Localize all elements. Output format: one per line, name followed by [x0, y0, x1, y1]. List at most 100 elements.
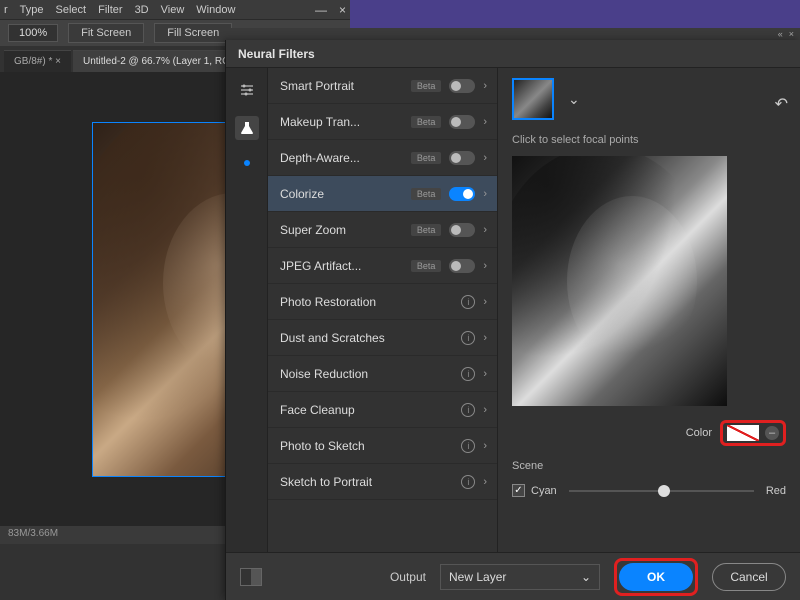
- undo-icon[interactable]: ↶: [775, 94, 788, 114]
- neural-filters-panel: Neural Filters Smart PortraitBeta›Makeup…: [225, 40, 800, 600]
- minimize-button[interactable]: —: [315, 3, 327, 17]
- active-indicator-dot: [244, 160, 250, 166]
- highlighted-ok-wrap: OK: [614, 558, 698, 596]
- color-swatch[interactable]: [727, 425, 759, 441]
- output-label: Output: [390, 570, 426, 584]
- filter-name: Depth-Aware...: [280, 151, 403, 165]
- filter-item[interactable]: Dust and Scratches i ›: [268, 320, 497, 356]
- beta-badge: Beta: [411, 80, 442, 92]
- panel-footer: Output New Layer ⌄ OK Cancel: [226, 552, 800, 600]
- zoom-level[interactable]: 100%: [8, 24, 58, 42]
- info-icon[interactable]: i: [461, 475, 475, 489]
- filter-item[interactable]: Makeup Tran... Beta ›: [268, 104, 497, 140]
- close-button[interactable]: ×: [339, 3, 346, 17]
- filter-name: Colorize: [280, 187, 403, 201]
- filter-toggle[interactable]: [449, 259, 475, 273]
- chevron-right-icon: ›: [483, 152, 487, 164]
- focal-points-label: Click to select focal points: [512, 134, 786, 146]
- info-icon[interactable]: i: [461, 367, 475, 381]
- chevron-down-icon[interactable]: ⌄: [568, 91, 580, 108]
- panel-close-icon[interactable]: ×: [789, 29, 794, 39]
- beta-badge: Beta: [411, 152, 442, 164]
- filter-item[interactable]: Super ZoomBeta›: [268, 212, 497, 248]
- menu-item[interactable]: r: [4, 4, 8, 16]
- panel-top-controls: « ×: [225, 28, 800, 40]
- preview-toggle-icon[interactable]: [240, 568, 262, 586]
- document-tab[interactable]: GB/8#) * ×: [4, 50, 71, 72]
- menu-item[interactable]: View: [161, 4, 185, 16]
- chevron-right-icon: ›: [483, 296, 487, 308]
- chevron-right-icon: ›: [483, 116, 487, 128]
- chevron-right-icon: ›: [483, 188, 487, 200]
- chevron-down-icon: ⌄: [581, 570, 591, 584]
- cyan-label: Cyan: [531, 485, 557, 497]
- menu-item[interactable]: Window: [196, 4, 235, 16]
- filter-name: JPEG Artifact...: [280, 259, 403, 273]
- filter-toggle[interactable]: [449, 115, 475, 129]
- chevron-right-icon: ›: [483, 440, 487, 452]
- sliders-icon[interactable]: [235, 78, 259, 102]
- filter-name: Dust and Scratches: [280, 331, 453, 345]
- cyan-checkbox[interactable]: ✓: [512, 484, 525, 497]
- filter-item[interactable]: Photo to Sketch i ›: [268, 428, 497, 464]
- menu-item[interactable]: 3D: [135, 4, 149, 16]
- panel-header: Neural Filters: [226, 40, 800, 68]
- menu-item[interactable]: Type: [20, 4, 44, 16]
- filter-item[interactable]: Colorize Beta ›: [268, 176, 497, 212]
- panel-left-rail: [226, 68, 268, 552]
- app-menubar: r Type Select Filter 3D View Window — ×: [0, 0, 350, 20]
- filter-toggle[interactable]: [449, 79, 475, 93]
- filter-item[interactable]: Noise Reduction i ›: [268, 356, 497, 392]
- filter-name: Makeup Tran...: [280, 115, 403, 129]
- chevron-right-icon: ›: [483, 368, 487, 380]
- focal-points-image[interactable]: [512, 156, 727, 406]
- fill-screen-button[interactable]: Fill Screen: [154, 23, 232, 43]
- color-label: Color: [686, 427, 712, 439]
- document-tab-active[interactable]: Untitled-2 @ 66.7% (Layer 1, RGB/: [73, 50, 249, 72]
- filter-toggle[interactable]: [449, 223, 475, 237]
- info-icon[interactable]: i: [461, 439, 475, 453]
- filter-item[interactable]: Smart PortraitBeta›: [268, 68, 497, 104]
- beta-badge: Beta: [411, 224, 442, 236]
- filter-name: Face Cleanup: [280, 403, 453, 417]
- red-label: Red: [766, 485, 786, 497]
- filter-list: Smart PortraitBeta›Makeup Tran...Beta›De…: [268, 68, 498, 552]
- filter-name: Noise Reduction: [280, 367, 453, 381]
- cyan-red-slider[interactable]: [569, 490, 754, 492]
- filter-item[interactable]: Sketch to Portraiti›: [268, 464, 497, 500]
- scene-section-label: Scene: [512, 460, 786, 472]
- panel-title: Neural Filters: [238, 47, 315, 61]
- filter-name: Smart Portrait: [280, 79, 403, 93]
- menu-item[interactable]: Filter: [98, 4, 122, 16]
- output-select-value: New Layer: [449, 570, 506, 584]
- filter-item[interactable]: Face Cleanup i ›: [268, 392, 497, 428]
- menu-item[interactable]: Select: [56, 4, 87, 16]
- chevron-right-icon: ›: [483, 404, 487, 416]
- preview-thumbnail[interactable]: [512, 78, 554, 120]
- cancel-button[interactable]: Cancel: [712, 563, 786, 591]
- info-icon[interactable]: i: [461, 295, 475, 309]
- flask-icon[interactable]: [235, 116, 259, 140]
- info-icon[interactable]: i: [461, 403, 475, 417]
- filter-settings-pane: ⌄ ↶ Click to select focal points Color –…: [498, 68, 800, 552]
- filter-item[interactable]: Photo Restoration i ›: [268, 284, 497, 320]
- output-select[interactable]: New Layer ⌄: [440, 564, 600, 590]
- highlighted-color-control: –: [720, 420, 786, 446]
- filter-name: Photo to Sketch: [280, 439, 453, 453]
- filter-item[interactable]: Depth-Aware... Beta ›: [268, 140, 497, 176]
- beta-badge: Beta: [411, 188, 442, 200]
- remove-color-button[interactable]: –: [765, 426, 779, 440]
- fit-screen-button[interactable]: Fit Screen: [68, 23, 144, 43]
- chevron-right-icon: ›: [483, 224, 487, 236]
- beta-badge: Beta: [411, 260, 442, 272]
- filter-name: Photo Restoration: [280, 295, 453, 309]
- filter-toggle[interactable]: [449, 187, 475, 201]
- chevron-right-icon: ›: [483, 332, 487, 344]
- info-icon[interactable]: i: [461, 331, 475, 345]
- ok-button[interactable]: OK: [619, 563, 693, 591]
- filter-toggle[interactable]: [449, 151, 475, 165]
- chevron-right-icon: ›: [483, 476, 487, 488]
- collapse-icon[interactable]: «: [778, 29, 783, 39]
- filter-item[interactable]: JPEG Artifact...Beta›: [268, 248, 497, 284]
- beta-badge: Beta: [411, 116, 442, 128]
